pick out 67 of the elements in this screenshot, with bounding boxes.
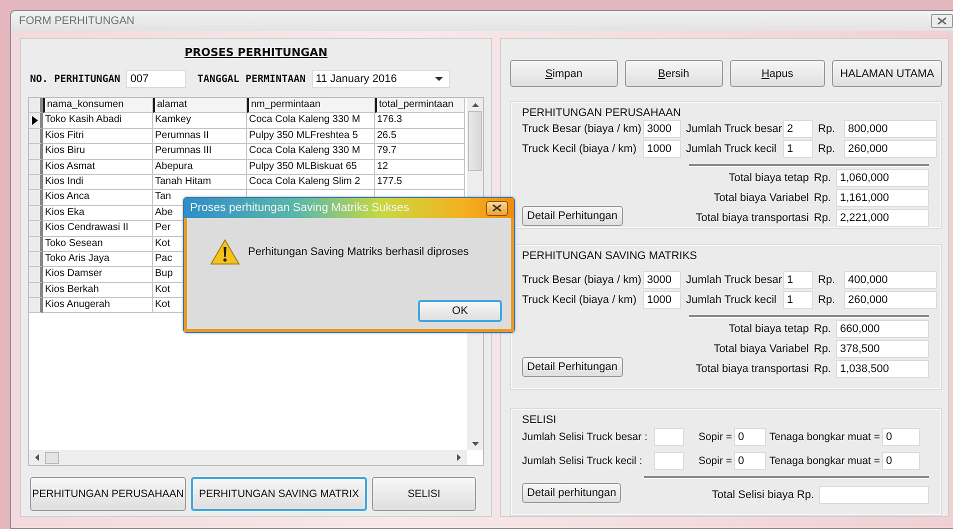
- table-cell: Toko Aris Jaya: [43, 252, 153, 268]
- currency-label: Rp.: [814, 323, 831, 335]
- field-label: Sopir =: [697, 431, 732, 444]
- field-label: Tenaga bongkar muat =: [768, 455, 880, 468]
- currency-label: Rp.: [818, 123, 836, 135]
- table-cell: Kios Fitri: [43, 128, 153, 144]
- dialog-message: Perhitungan Saving Matriks berhasil diproses: [248, 246, 469, 258]
- total-label: Total biaya transportasi: [696, 363, 809, 375]
- currency-label: Rp.: [814, 192, 831, 204]
- total-label: Total biaya tetap: [728, 323, 809, 335]
- table-cell: 12: [375, 160, 465, 175]
- total-label: Total Selisi biaya Rp.: [712, 489, 814, 502]
- table-cell: Coca Cola Kaleng 330 M: [247, 113, 375, 129]
- currency-label: Rp.: [818, 143, 836, 155]
- table-cell: Kios Anugerah: [43, 298, 153, 314]
- total-label: Total biaya tetap: [728, 172, 809, 184]
- table-cell: Kios Eka: [43, 206, 153, 222]
- currency-label: Rp.: [814, 343, 831, 355]
- total-label: Total biaya Variabel: [714, 343, 809, 355]
- currency-label: Rp.: [818, 294, 836, 306]
- table-cell: Abepura: [153, 160, 247, 175]
- table-cell: Toko Kasih Abadi: [43, 113, 153, 129]
- table-cell: Pulpy 350 MLFreshtea 5: [247, 128, 375, 144]
- field-label: Jumlah Truck besar: [686, 274, 780, 286]
- total-label: Total biaya transportasi: [696, 212, 809, 224]
- table-cell: Coca Cola Kaleng 330 M: [247, 144, 375, 160]
- table-cell: Kios Asmat: [43, 160, 153, 175]
- table-cell: Tanah Hitam: [153, 174, 247, 190]
- table-cell: Kios Cendrawasi II: [43, 221, 153, 237]
- table-cell: 176.3: [375, 113, 465, 129]
- field-label: Truck Besar (biaya / km): [522, 274, 640, 286]
- table-cell: Perumnas III: [153, 144, 247, 160]
- field-label: NO. PERHITUNGAN: [30, 74, 120, 84]
- table-cell: Toko Sesean: [43, 236, 153, 252]
- field-label: Jumlah Truck kecil: [686, 143, 778, 155]
- group-title: PERHITUNGAN PERUSAHAAN: [522, 107, 682, 119]
- field-label: Truck Kecil (biaya / km): [522, 294, 638, 306]
- table-cell: Kamkey: [153, 113, 247, 129]
- field-label: Truck Kecil (biaya / km): [522, 143, 638, 155]
- table-cell: Kios Berkah: [43, 282, 153, 298]
- section-heading: PROSES PERHITUNGAN: [184, 46, 328, 59]
- table-cell: Kios Biru: [43, 144, 153, 160]
- total-label: Total biaya Variabel: [714, 192, 809, 204]
- table-cell: Kios Indi: [43, 174, 153, 190]
- table-cell: Kios Damser: [43, 267, 153, 283]
- group-title: SELISI: [522, 414, 558, 426]
- currency-label: Rp.: [814, 363, 831, 375]
- field-label: Jumlah Truck besar: [686, 123, 780, 135]
- currency-label: Rp.: [818, 274, 836, 286]
- table-cell: 26.5: [375, 128, 465, 144]
- field-label: Tenaga bongkar muat =: [768, 431, 880, 444]
- field-label: TANGGAL PERMINTAAN: [197, 74, 306, 84]
- currency-label: Rp.: [814, 212, 831, 224]
- currency-label: Rp.: [814, 172, 831, 184]
- field-label: Jumlah Selisi Truck kecil :: [522, 455, 644, 468]
- window-title: FORM PERHITUNGAN: [19, 15, 134, 27]
- table-cell: Kios Anca: [43, 190, 153, 206]
- field-label: Sopir =: [697, 455, 732, 468]
- table-cell: 177.5: [375, 174, 465, 190]
- table-cell: 79.7: [375, 144, 465, 160]
- table-cell: Perumnas II: [153, 128, 247, 144]
- table-cell: Coca Cola Kaleng Slim 2: [247, 174, 375, 190]
- group-title: PERHITUNGAN SAVING MATRIKS: [522, 250, 698, 262]
- table-cell: Pulpy 350 MLBiskuat 65: [247, 160, 375, 175]
- field-label: Truck Besar (biaya / km): [522, 123, 640, 135]
- field-label: Jumlah Selisi Truck besar :: [522, 431, 648, 444]
- field-label: Jumlah Truck kecil: [686, 294, 778, 306]
